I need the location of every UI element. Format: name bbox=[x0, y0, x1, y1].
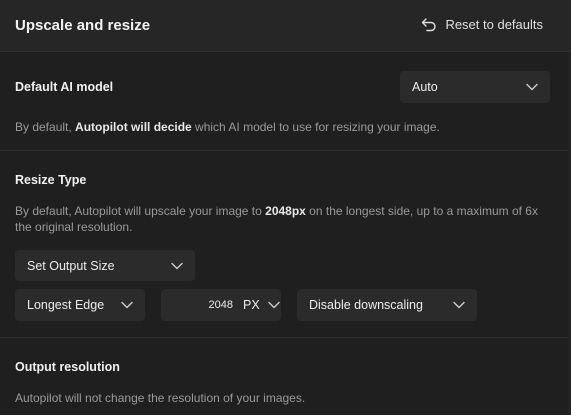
output-size-input[interactable] bbox=[161, 299, 233, 311]
resize-type-description: By default, Autopilot will upscale your … bbox=[15, 203, 555, 235]
chevron-down-icon bbox=[267, 298, 280, 312]
edge-select[interactable]: Longest Edge bbox=[15, 289, 145, 321]
undo-arrow-icon bbox=[421, 17, 437, 32]
unit-select[interactable]: PX bbox=[243, 298, 280, 312]
edge-selected-value: Longest Edge bbox=[27, 298, 105, 312]
reset-to-defaults-button[interactable]: Reset to defaults bbox=[421, 17, 543, 32]
chevron-down-icon bbox=[453, 301, 465, 309]
chevron-down-icon bbox=[526, 83, 538, 91]
resize-desc-bold: 2048px bbox=[265, 204, 306, 218]
ai-model-desc-prefix: By default, bbox=[15, 120, 76, 134]
ai-model-desc-bold: Autopilot will decide bbox=[75, 120, 192, 134]
ai-model-select[interactable]: Auto bbox=[400, 71, 550, 103]
section-divider bbox=[0, 150, 571, 151]
downscaling-selected-value: Disable downscaling bbox=[309, 298, 423, 312]
upscale-resize-panel: Upscale and resize Reset to defaults Def… bbox=[0, 0, 571, 415]
ai-model-description: By default, Autopilot will decide which … bbox=[15, 119, 555, 135]
panel-header: Upscale and resize Reset to defaults bbox=[0, 0, 571, 52]
downscaling-select[interactable]: Disable downscaling bbox=[297, 289, 477, 321]
ai-model-desc-suffix: which AI model to use for resizing your … bbox=[191, 120, 440, 134]
panel-title: Upscale and resize bbox=[15, 17, 151, 34]
default-ai-model-label: Default AI model bbox=[15, 80, 114, 94]
resize-desc-prefix: By default, Autopilot will upscale your … bbox=[15, 204, 266, 218]
chevron-down-icon bbox=[121, 301, 133, 309]
output-resolution-description: Autopilot will not change the resolution… bbox=[15, 391, 306, 405]
output-mode-selected-value: Set Output Size bbox=[27, 258, 115, 273]
unit-selected-value: PX bbox=[243, 298, 260, 312]
ai-model-selected-value: Auto bbox=[412, 80, 438, 94]
resize-type-label: Resize Type bbox=[15, 173, 87, 187]
output-size-field: PX bbox=[161, 289, 281, 321]
reset-to-defaults-label: Reset to defaults bbox=[445, 17, 543, 32]
section-divider bbox=[0, 337, 571, 338]
output-mode-select[interactable]: Set Output Size bbox=[15, 250, 195, 281]
chevron-down-icon bbox=[171, 262, 183, 270]
output-resolution-label: Output resolution bbox=[15, 360, 120, 374]
